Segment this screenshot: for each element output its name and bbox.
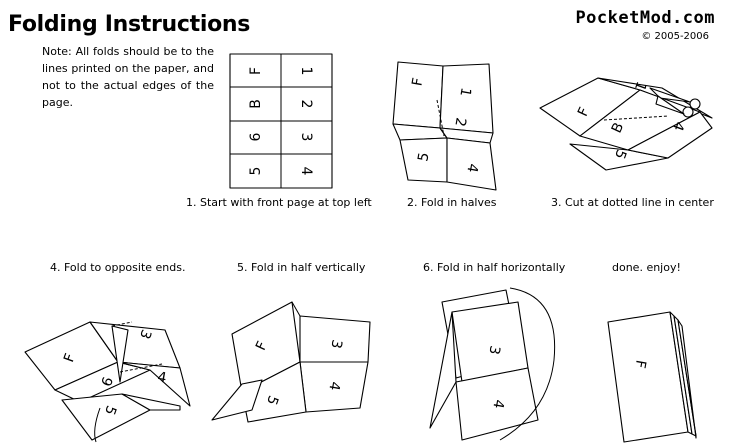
done-figure: F <box>607 311 697 443</box>
grid-label-3: 3 <box>298 133 314 142</box>
grid-label-f: F <box>248 67 264 75</box>
grid-label-b: B <box>248 99 264 109</box>
step-5-figure: F 3 4 5 <box>211 301 371 423</box>
grid-label-2: 2 <box>298 100 314 109</box>
step-2-caption: 2. Fold in halves <box>407 196 497 209</box>
step-1-figure: F 1 B 2 6 3 5 4 <box>229 53 333 189</box>
done-caption: done. enjoy! <box>612 261 681 274</box>
grid-label-1: 1 <box>298 67 314 76</box>
grid-label-6: 6 <box>248 132 264 141</box>
step-4-caption: 4. Fold to opposite ends. <box>50 261 186 274</box>
step-1-caption: 1. Start with front page at top left <box>186 196 372 209</box>
grid-label-5: 5 <box>248 167 264 176</box>
step-3-figure: F 1 B 4 5 <box>539 77 713 171</box>
step-6-figure: 3 4 <box>429 287 556 441</box>
step-2-figure: F 1 2 5 4 <box>392 61 497 191</box>
grid-label-4: 4 <box>298 167 314 176</box>
folding-diagram: F 1 B 2 6 3 5 4 F 1 2 5 4 F 1 B 4 5 F 3 … <box>24 53 713 443</box>
step-4-figure: F 3 6 4 5 <box>24 321 191 443</box>
step-5-caption: 5. Fold in half vertically <box>237 261 366 274</box>
step-3-caption: 3. Cut at dotted line in center <box>551 196 714 209</box>
step-6-caption: 6. Fold in half horizontally <box>423 261 566 274</box>
